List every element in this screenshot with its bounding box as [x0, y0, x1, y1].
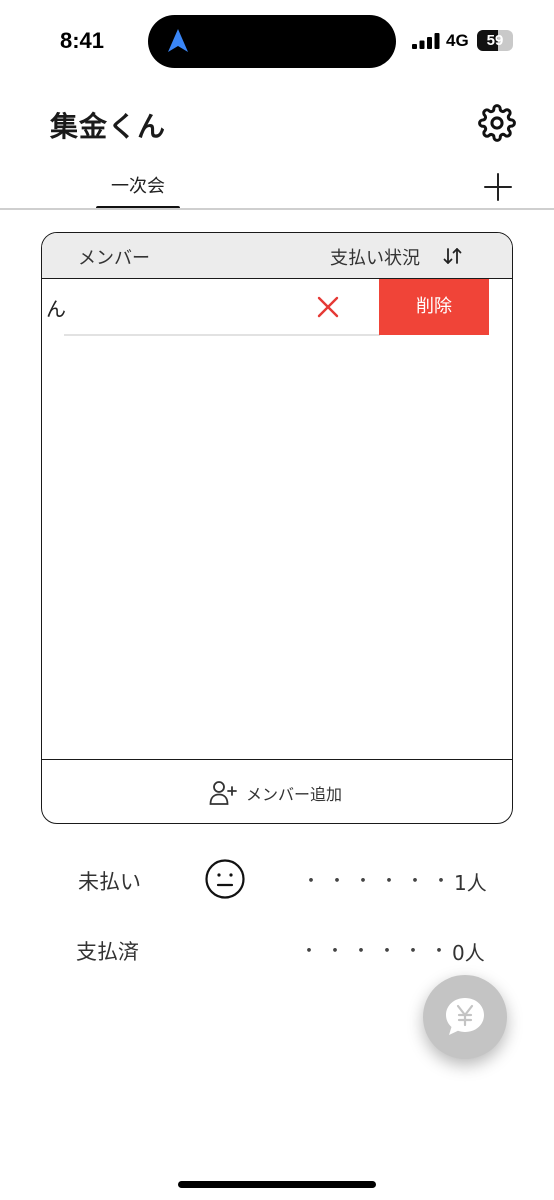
paid-leader-dots: ・・・・・・: [300, 941, 456, 962]
battery-icon: 59: [477, 30, 513, 51]
column-header-member: メンバー: [78, 248, 150, 269]
navigation-arrow-icon: [168, 29, 188, 52]
cross-icon[interactable]: [316, 295, 340, 319]
dynamic-island: [148, 15, 396, 68]
network-label: 4G: [446, 31, 469, 50]
delete-button[interactable]: 削除: [379, 279, 489, 335]
member-name: ん: [46, 297, 66, 321]
paid-count: 0人: [452, 941, 485, 965]
column-header-status[interactable]: 支払い状況: [330, 244, 420, 270]
battery-percent: 59: [486, 32, 504, 49]
tab-divider: [0, 208, 554, 210]
status-time: 8:41: [60, 28, 105, 53]
unpaid-label: 未払い: [78, 870, 141, 894]
app-title: 集金くん: [50, 110, 167, 143]
plus-icon[interactable]: [481, 170, 515, 204]
add-member-button[interactable]: メンバー追加: [42, 759, 512, 823]
add-member-label: メンバー追加: [246, 785, 343, 804]
gear-icon[interactable]: [478, 104, 516, 142]
home-indicator: [178, 1181, 376, 1188]
tab-label: 一次会: [111, 176, 165, 197]
table-header: メンバー 支払い状況: [42, 233, 512, 279]
neutral-face-icon: [205, 859, 245, 899]
sort-icon[interactable]: [442, 245, 464, 267]
unpaid-count: 1人: [454, 871, 487, 895]
paid-label: 支払済: [76, 940, 139, 964]
add-user-icon: [209, 781, 237, 805]
table-row[interactable]: ん 削除: [42, 279, 512, 337]
yen-chat-icon: [446, 998, 484, 1035]
row-divider: [64, 334, 380, 336]
payment-fab-button[interactable]: [423, 975, 507, 1059]
unpaid-leader-dots: ・・・・・・: [302, 871, 458, 892]
tab-first-party[interactable]: 一次会: [96, 172, 180, 210]
signal-icon: [412, 33, 440, 49]
member-table: メンバー 支払い状況 ん 削除 メンバー追加: [41, 232, 513, 824]
